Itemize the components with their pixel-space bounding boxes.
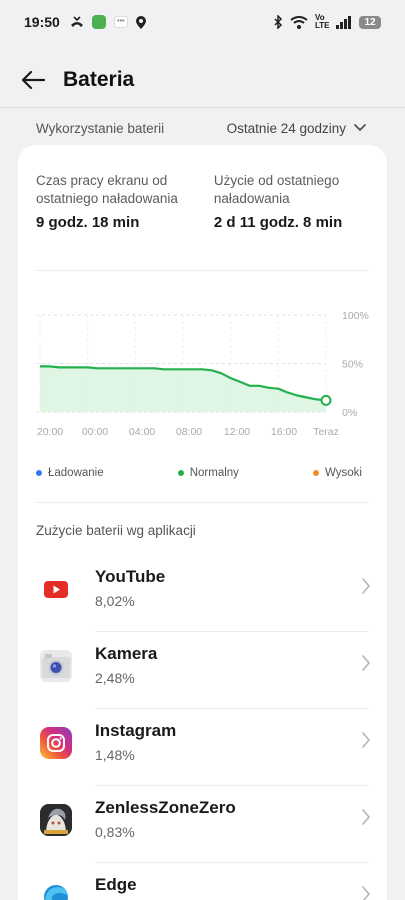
period-dropdown[interactable]: Ostatnie 24 godziny (227, 121, 366, 136)
status-bar: 19:50 ••• Vo LTE 12 (0, 0, 405, 44)
legend-item-high: Wysoki (313, 467, 362, 479)
chevron-right-icon (362, 732, 371, 748)
legend-label-high: Wysoki (325, 467, 362, 479)
app-name: Instagram (95, 721, 177, 740)
bluetooth-icon (274, 15, 283, 29)
page-title: Bateria (63, 68, 135, 91)
app-row-kamera[interactable]: Kamera 2,48% (18, 632, 387, 709)
zenless-zone-zero-icon (40, 804, 72, 836)
app-row-youtube[interactable]: YouTube 8,02% (18, 555, 387, 632)
location-icon (135, 15, 146, 29)
app-percent: 1,48% (95, 747, 135, 763)
signal-icon (336, 15, 351, 29)
chevron-right-icon (362, 655, 371, 671)
period-value: Ostatnie 24 godziny (226, 120, 346, 136)
current-level-point (320, 394, 332, 406)
legend-item-charging: Ładowanie (36, 467, 104, 479)
app-usage-list: YouTube 8,02% Kamera 2,48% Instagram 1,4… (18, 555, 387, 900)
header-divider (0, 107, 405, 108)
since-charge-label: Użycie od ostatniego naładowania (213, 173, 340, 206)
usage-stats: Czas pracy ekranu od ostatniego naładowa… (36, 172, 372, 232)
instagram-icon (40, 727, 72, 759)
legend-label-charging: Ładowanie (48, 467, 104, 479)
app-percent: 0,83% (95, 824, 135, 840)
battery-level-chart: 100% 50% 0% 20:00 00:00 04:00 08:00 12:00 16:00 T… (36, 310, 369, 438)
screen-time-label: Czas pracy ekranu od ostatniego naładowa… (36, 173, 178, 206)
edge-icon (40, 881, 72, 900)
app-name: Kamera (95, 644, 158, 663)
x-tick-label: 04:00 (129, 426, 155, 438)
chevron-right-icon (362, 886, 371, 900)
app-notification-icon (91, 15, 106, 29)
y-tick-label: 100% (342, 310, 369, 322)
x-tick-label: 12:00 (224, 426, 250, 438)
app-name: YouTube (95, 567, 166, 586)
chevron-right-icon (362, 578, 371, 594)
notification-icons: ••• (70, 15, 146, 29)
app-name: ZenlessZoneZero (95, 798, 236, 817)
app-row-edge[interactable]: Edge (18, 863, 387, 900)
since-charge-value: 2 d 11 godz. 8 min (213, 214, 343, 231)
legend-item-normal: Normalny (177, 467, 239, 479)
x-tick-label: 16:00 (271, 426, 297, 438)
apps-section-title: Zużycie baterii wg aplikacji (36, 523, 196, 538)
stats-divider (36, 270, 369, 271)
battery-icon: 12 (359, 15, 381, 29)
x-tick-label: 08:00 (176, 426, 202, 438)
usage-label: Wykorzystanie baterii (36, 120, 165, 136)
more-notifications-icon: ••• (113, 16, 128, 28)
legend-dot-charging (36, 470, 42, 476)
y-tick-label: 0% (342, 407, 357, 419)
clock: 19:50 (24, 14, 60, 30)
camera-icon (40, 650, 72, 682)
screen-time-stat: Czas pracy ekranu od ostatniego naładowa… (36, 172, 214, 232)
legend-dot-high (313, 470, 320, 476)
y-tick-label: 50% (342, 359, 363, 371)
x-tick-label: 20:00 (37, 426, 63, 438)
area-fill-normal (40, 366, 326, 412)
battery-card: Czas pracy ekranu od ostatniego naładowa… (18, 145, 387, 900)
since-charge-stat: Użycie od ostatniego naładowania 2 d 11 … (214, 172, 372, 232)
system-icons: Vo LTE 12 (274, 14, 381, 30)
app-name: Edge (95, 875, 137, 894)
chevron-right-icon (362, 809, 371, 825)
app-header: Bateria (0, 52, 405, 108)
legend-label-normal: Normalny (189, 467, 239, 479)
legend-divider (36, 502, 369, 503)
x-tick-label: 00:00 (82, 426, 108, 438)
x-tick-label: Teraz (313, 426, 339, 438)
usage-row: Wykorzystanie baterii Ostatnie 24 godzin… (36, 116, 366, 140)
chart-legend: Ładowanie Normalny Wysoki (36, 467, 362, 479)
app-row-zenlesszonezero[interactable]: ZenlessZoneZero 0,83% (18, 786, 387, 863)
chevron-down-icon (354, 124, 366, 132)
youtube-icon (40, 573, 72, 605)
volte-label: Vo LTE (315, 13, 330, 30)
screen-time-value: 9 godz. 18 min (36, 214, 140, 231)
arrow-left-icon (21, 70, 46, 90)
app-percent: 2,48% (95, 670, 135, 686)
back-button[interactable] (16, 63, 50, 97)
app-row-instagram[interactable]: Instagram 1,48% (18, 709, 387, 786)
legend-dot-normal (177, 470, 184, 476)
app-percent: 8,02% (95, 593, 135, 609)
missed-call-icon (70, 16, 83, 27)
wifi-icon (290, 15, 308, 29)
